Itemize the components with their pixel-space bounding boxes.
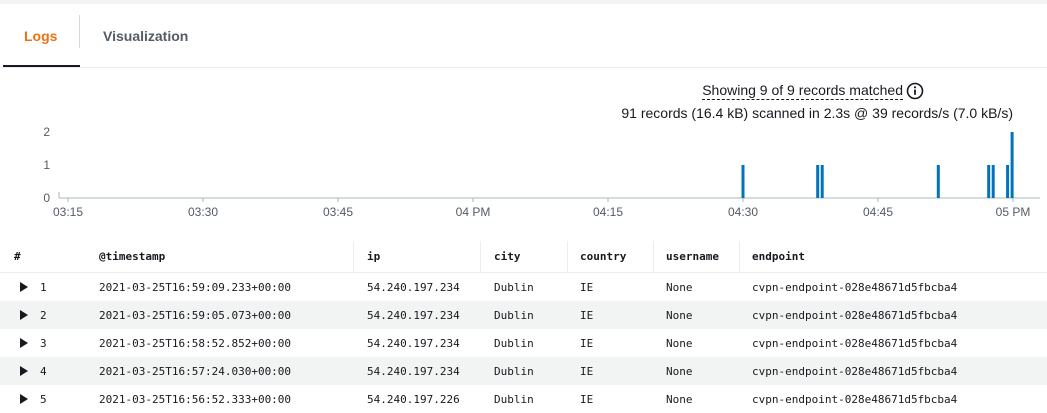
x-tick-label: 05 PM (996, 205, 1031, 219)
table-row[interactable]: 2 2021-03-25T16:59:05.073+00:00 54.240.1… (0, 301, 1047, 329)
column-header-index: # (14, 250, 21, 263)
cell-timestamp: 2021-03-25T16:56:52.333+00:00 (99, 393, 292, 406)
row-index: 2 (40, 309, 47, 322)
x-tick-label: 04 PM (456, 205, 491, 219)
column-divider[interactable] (480, 241, 481, 272)
active-tab-indicator (3, 65, 80, 67)
row-index: 1 (40, 281, 47, 294)
records-matched-summary: Showing 9 of 9 records matched (702, 82, 924, 100)
cell-username: None (666, 281, 693, 294)
column-header-timestamp[interactable]: @timestamp (99, 250, 165, 263)
histogram-bar (991, 165, 995, 198)
cell-endpoint: cvpn-endpoint-028e48671d5fbcba4 (752, 337, 958, 350)
expand-row-icon[interactable] (20, 366, 28, 376)
cell-city: Dublin (494, 281, 534, 294)
column-header-country[interactable]: country (580, 250, 626, 263)
cell-city: Dublin (494, 365, 534, 378)
x-tick-label: 03:45 (323, 205, 353, 219)
cell-ip: 54.240.197.234 (367, 337, 460, 350)
cell-username: None (666, 393, 693, 406)
table-row[interactable]: 1 2021-03-25T16:59:09.233+00:00 54.240.1… (0, 273, 1047, 301)
cell-ip: 54.240.197.234 (367, 281, 460, 294)
cell-ip: 54.240.197.234 (367, 309, 460, 322)
results-table: # @timestamp ip city country username en… (0, 241, 1047, 413)
table-header: # @timestamp ip city country username en… (0, 241, 1047, 273)
cell-country: IE (580, 337, 594, 350)
cell-endpoint: cvpn-endpoint-028e48671d5fbcba4 (752, 393, 958, 406)
cell-city: Dublin (494, 337, 534, 350)
y-tick-label: 1 (43, 158, 50, 172)
x-tick-label: 04:45 (863, 205, 893, 219)
x-tick-label: 04:15 (593, 205, 623, 219)
cell-timestamp: 2021-03-25T16:57:24.030+00:00 (99, 365, 292, 378)
table-row[interactable]: 3 2021-03-25T16:58:52.852+00:00 54.240.1… (0, 329, 1047, 357)
table-row[interactable]: 4 2021-03-25T16:57:24.030+00:00 54.240.1… (0, 357, 1047, 385)
histogram-bar (741, 165, 745, 198)
info-icon[interactable] (906, 82, 924, 100)
column-header-ip[interactable]: ip (367, 250, 380, 263)
y-tick-label: 2 (43, 125, 50, 139)
expand-row-icon[interactable] (20, 338, 28, 348)
row-index: 4 (40, 365, 47, 378)
histogram-bar (820, 165, 824, 198)
tab-visualization[interactable]: Visualization (103, 28, 188, 44)
column-divider[interactable] (653, 241, 654, 272)
x-tick-label: 03:30 (188, 205, 218, 219)
tab-logs[interactable]: Logs (24, 28, 57, 44)
histogram-bar (936, 165, 940, 198)
cell-username: None (666, 365, 693, 378)
tab-separator (79, 15, 80, 48)
cell-country: IE (580, 393, 594, 406)
x-tick-label: 04:30 (728, 205, 758, 219)
column-header-username[interactable]: username (666, 250, 719, 263)
column-divider[interactable] (567, 241, 568, 272)
cell-timestamp: 2021-03-25T16:59:09.233+00:00 (99, 281, 292, 294)
y-tick-label: 0 (43, 191, 50, 205)
expand-row-icon[interactable] (20, 394, 28, 404)
cell-endpoint: cvpn-endpoint-028e48671d5fbcba4 (752, 365, 958, 378)
cell-country: IE (580, 309, 594, 322)
cell-ip: 54.240.197.234 (367, 365, 460, 378)
histogram-bar (1006, 165, 1010, 198)
expand-row-icon[interactable] (20, 310, 28, 320)
table-row[interactable]: 5 2021-03-25T16:56:52.333+00:00 54.240.1… (0, 385, 1047, 413)
x-tick-label: 03:15 (53, 205, 83, 219)
cell-city: Dublin (494, 393, 534, 406)
histogram-bar (987, 165, 991, 198)
cell-city: Dublin (494, 309, 534, 322)
cell-timestamp: 2021-03-25T16:59:05.073+00:00 (99, 309, 292, 322)
cell-ip: 54.240.197.226 (367, 393, 460, 406)
cell-country: IE (580, 281, 594, 294)
cell-username: None (666, 337, 693, 350)
cell-country: IE (580, 365, 594, 378)
column-header-city[interactable]: city (494, 250, 521, 263)
cell-endpoint: cvpn-endpoint-028e48671d5fbcba4 (752, 309, 958, 322)
histogram-chart: 0 1 2 03:15 03:30 03:45 04 PM 04:15 04:30 04:45 05… (43, 125, 1040, 219)
cell-username: None (666, 309, 693, 322)
expand-row-icon[interactable] (20, 282, 28, 292)
histogram-bar (1010, 132, 1014, 198)
records-scanned-summary: 91 records (16.4 kB) scanned in 2.3s @ 3… (621, 105, 1013, 121)
row-index: 3 (40, 337, 47, 350)
column-header-endpoint[interactable]: endpoint (752, 250, 805, 263)
row-index: 5 (40, 393, 47, 406)
cell-timestamp: 2021-03-25T16:58:52.852+00:00 (99, 337, 292, 350)
records-matched-text: Showing 9 of 9 records matched (702, 82, 903, 100)
tab-bar: Logs Visualization (0, 4, 1047, 68)
histogram-bar (816, 165, 820, 198)
column-divider[interactable] (739, 241, 740, 272)
cell-endpoint: cvpn-endpoint-028e48671d5fbcba4 (752, 281, 958, 294)
column-divider[interactable] (353, 241, 354, 272)
